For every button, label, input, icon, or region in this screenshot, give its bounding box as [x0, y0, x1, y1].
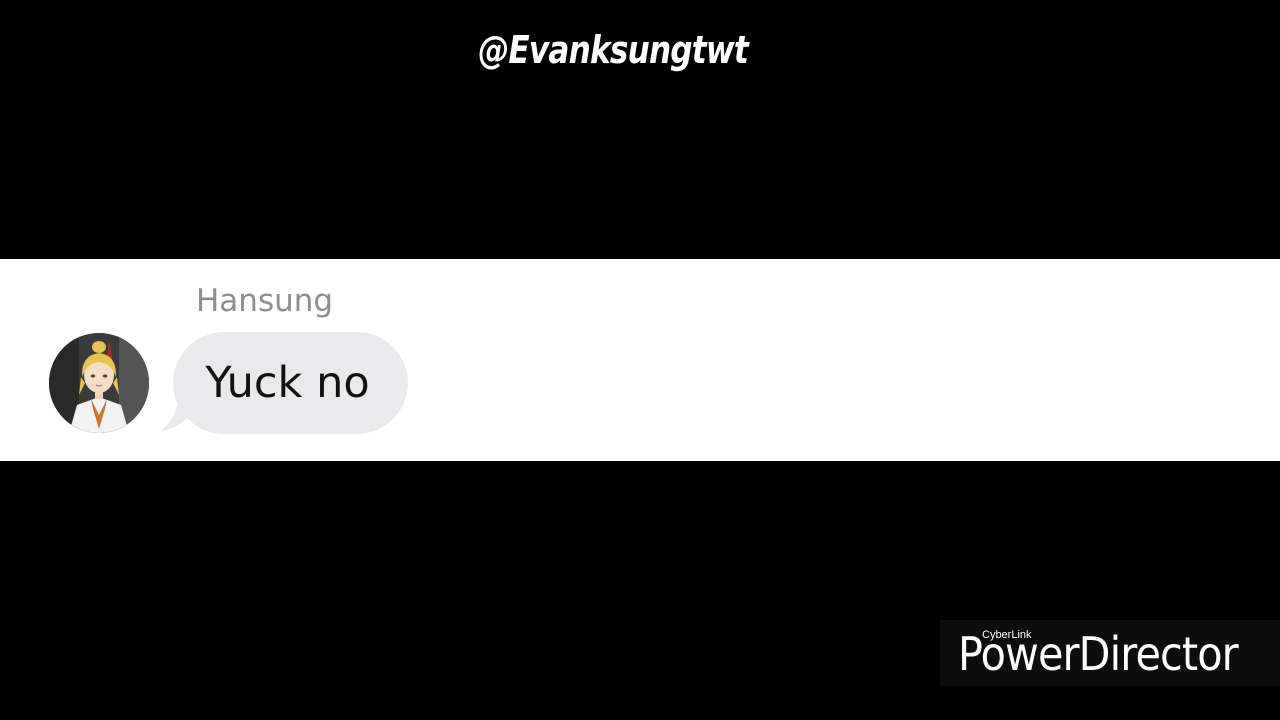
- watermark: PowerDirector CyberLink: [940, 620, 1280, 686]
- watermark-brand: CyberLink: [982, 629, 1032, 641]
- message-bubble: Yuck no: [173, 332, 408, 434]
- anime-character-avatar-icon: [49, 333, 149, 433]
- video-frame: @Evanksungtwt Hansung Yuck no PowerDirec…: [0, 0, 1280, 720]
- message-text: Yuck no: [205, 358, 370, 408]
- chat-strip: Hansung Yuck no: [0, 259, 1280, 461]
- avatar: [49, 333, 149, 433]
- twitter-handle: @Evanksungtwt: [478, 28, 749, 72]
- sender-name: Hansung: [196, 283, 334, 319]
